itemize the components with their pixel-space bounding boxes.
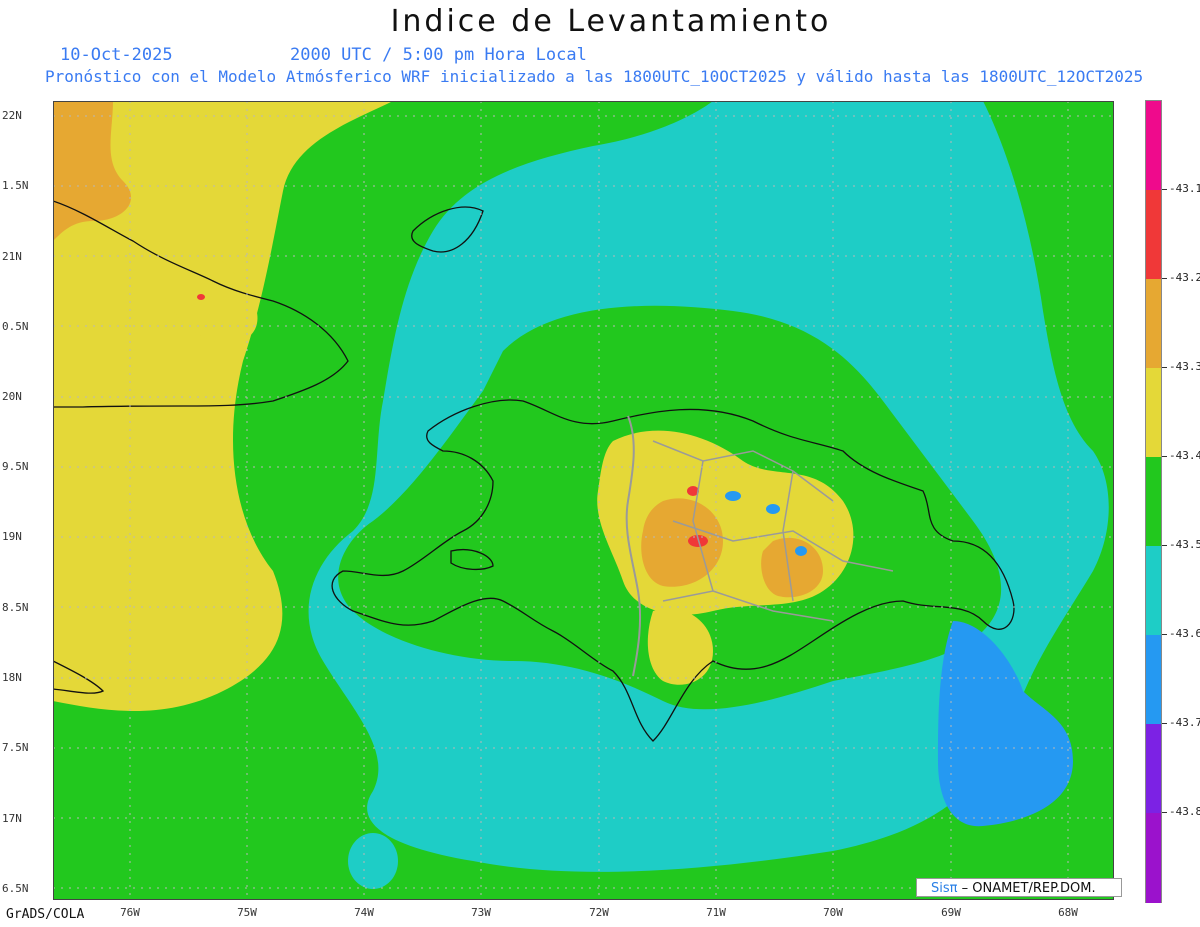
colorbar-segment (1146, 101, 1161, 191)
colorbar-segment (1146, 635, 1161, 725)
colorbar-label: -43.1 (1169, 182, 1200, 195)
latitude-label: 9.5N (2, 460, 29, 473)
latitude-label: 7.5N (2, 741, 29, 754)
blue-spot-2 (766, 504, 780, 514)
red-spot-3 (197, 294, 205, 300)
colorbar-label: -43.4 (1169, 449, 1200, 462)
longitude-label: 72W (589, 906, 609, 919)
longitude-label: 68W (1058, 906, 1078, 919)
colorbar-label: -43.3 (1169, 360, 1200, 373)
latitude-label: 6.5N (2, 882, 29, 895)
colorbar-label: -43.7 (1169, 716, 1200, 729)
cyan-patch-south (348, 833, 398, 889)
colorbar-label: -43.6 (1169, 627, 1200, 640)
colorbar-segment (1146, 368, 1161, 458)
colorbar-segment (1146, 279, 1161, 369)
longitude-label: 69W (941, 906, 961, 919)
forecast-description: Pronóstico con el Modelo Atmósferico WRF… (45, 67, 1144, 86)
latitude-label: 17N (2, 812, 22, 825)
colorbar-tick (1162, 278, 1167, 279)
latitude-label: 0.5N (2, 320, 29, 333)
colorbar-tick (1162, 723, 1167, 724)
latitude-label: 18N (2, 671, 22, 684)
colorbar-label: -43.8 (1169, 805, 1200, 818)
map-title: Indice de Levantamiento (390, 4, 832, 39)
latitude-label: 21N (2, 250, 22, 263)
blue-spot-3 (795, 546, 807, 556)
blue-spot-1 (725, 491, 741, 501)
colorbar-tick (1162, 812, 1167, 813)
latitude-label: 20N (2, 390, 22, 403)
latitude-label: 22N (2, 109, 22, 122)
latitude-label: 1.5N (2, 179, 29, 192)
credit-box: Sisπ – ONAMET/REP.DOM. (916, 878, 1122, 897)
colorbar-tick (1162, 189, 1167, 190)
colorbar-segment (1146, 724, 1161, 814)
longitude-label: 70W (823, 906, 843, 919)
colorbar-segment (1146, 457, 1161, 547)
longitude-label: 74W (354, 906, 374, 919)
colorbar-segment (1146, 546, 1161, 636)
latitude-label: 8.5N (2, 601, 29, 614)
longitude-label: 73W (471, 906, 491, 919)
forecast-time: 2000 UTC / 5:00 pm Hora Local (290, 45, 587, 65)
colorbar-tick (1162, 456, 1167, 457)
longitude-label: 71W (706, 906, 726, 919)
credit-sis: Sisπ (931, 881, 958, 896)
longitude-label: 76W (120, 906, 140, 919)
forecast-date: 10-Oct-2025 (60, 45, 173, 65)
colorbar-label: -43.2 (1169, 271, 1200, 284)
colorbar-tick (1162, 367, 1167, 368)
colorbar-tick (1162, 634, 1167, 635)
colorbar-segment (1146, 813, 1161, 903)
longitude-label: 75W (237, 906, 257, 919)
grads-footer: GrADS/COLA (6, 907, 85, 922)
colorbar-tick (1162, 545, 1167, 546)
latitude-label: 19N (2, 530, 22, 543)
credit-onamet: – ONAMET/REP.DOM. (961, 881, 1096, 896)
colorbar-label: -43.5 (1169, 538, 1200, 551)
lifted-index-map (53, 101, 1114, 900)
yellow-patch-west-sea (143, 559, 203, 599)
colorbar-segment (1146, 190, 1161, 280)
colorbar (1145, 100, 1162, 903)
